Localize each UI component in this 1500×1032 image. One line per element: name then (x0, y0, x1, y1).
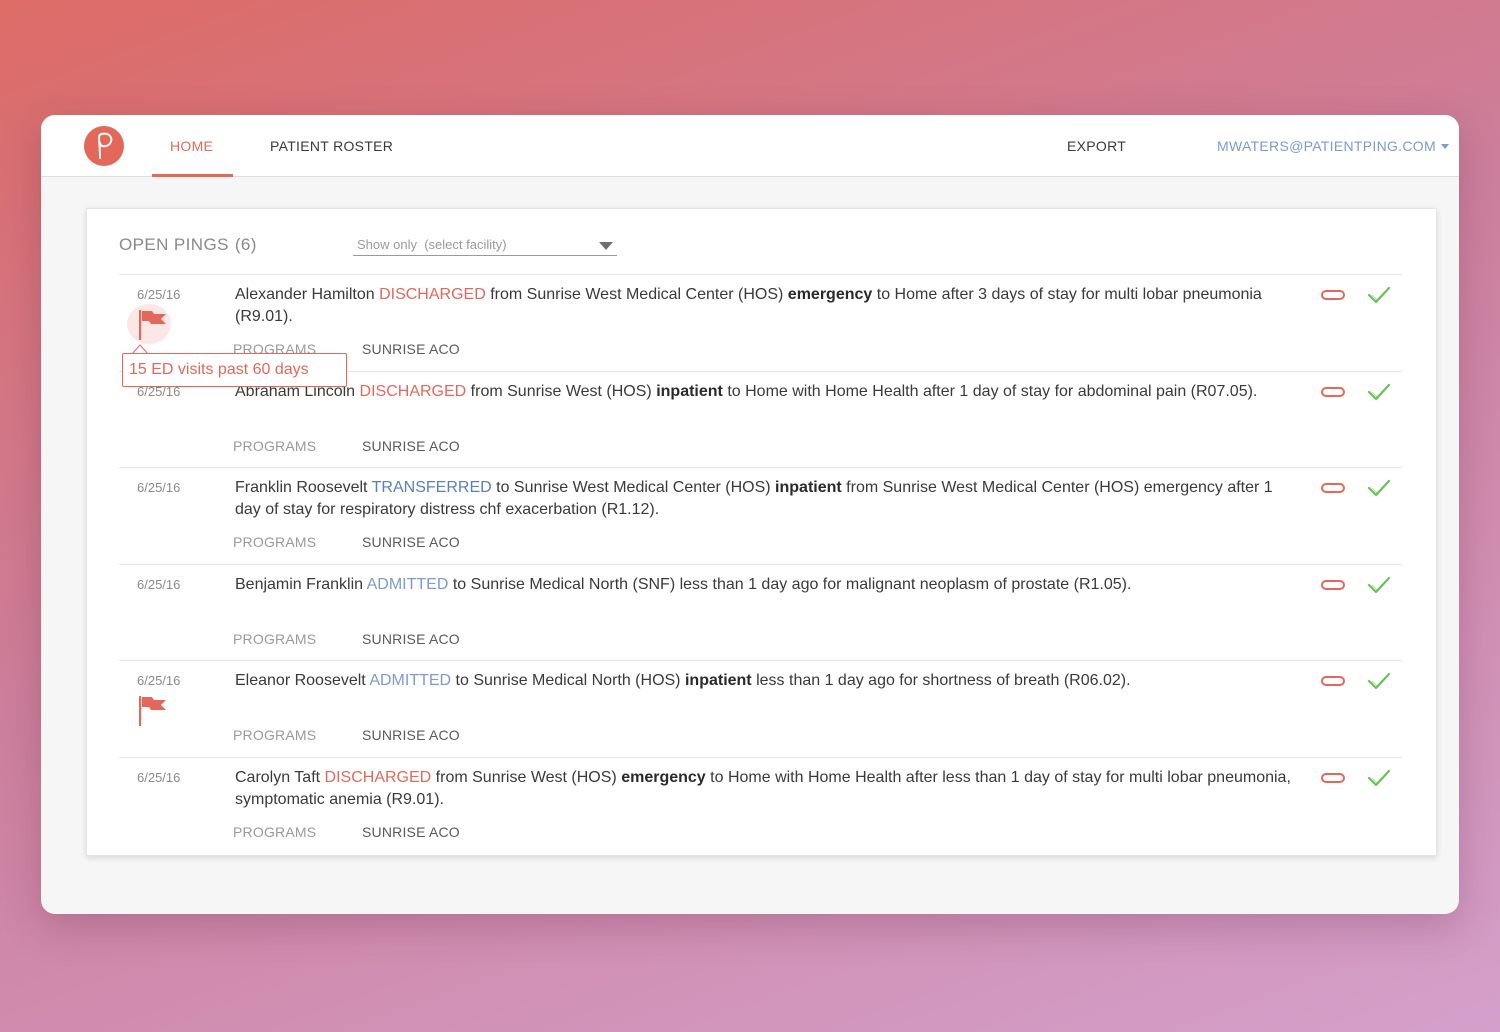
flag-icon[interactable] (138, 694, 168, 726)
ping-description: Benjamin Franklin ADMITTED to Sunrise Me… (235, 574, 1295, 596)
caret-down-icon (1440, 144, 1449, 149)
visit-type: emergency (621, 768, 706, 786)
ping-date: 6/25/16 (137, 769, 181, 785)
visit-type: emergency (787, 286, 873, 303)
dismiss-icon[interactable] (1321, 386, 1345, 397)
check-icon[interactable] (1367, 575, 1391, 595)
ping-facility: from Sunrise West (HOS) (470, 382, 652, 400)
ping-status: TRANSFERRED (371, 479, 492, 496)
dismiss-icon[interactable] (1321, 290, 1345, 300)
logo-p-glyph: p (96, 132, 113, 159)
programs-label: PROGRAMS (233, 437, 317, 454)
ping-date: 6/25/16 (137, 480, 181, 495)
ed-visits-tooltip: 15 ED visits past 60 days (122, 353, 347, 387)
ping-count: (6) (234, 235, 257, 254)
flag-icon-glyph (139, 310, 166, 340)
ping-date: 6/25/16 (137, 287, 181, 302)
ping-row[interactable]: 6/25/16 Benjamin Franklin ADMITTED to Su… (119, 565, 1402, 661)
check-icon[interactable] (1367, 285, 1391, 305)
program-name: SUNRISE ACO (362, 437, 460, 454)
dismiss-icon[interactable] (1321, 676, 1345, 686)
ping-row[interactable]: 6/25/16 Franklin Roosevelt TRANSFERRED t… (119, 468, 1402, 565)
check-icon[interactable] (1367, 382, 1391, 402)
dismiss-icon[interactable] (1321, 772, 1345, 783)
program-name: SUNRISE ACO (362, 727, 460, 743)
programs-label: PROGRAMS (233, 823, 317, 840)
visit-type: inpatient (775, 479, 842, 496)
ping-details: less than 1 day ago for shortness of bre… (756, 672, 1131, 689)
ping-status: DISCHARGED (359, 382, 467, 400)
panel-title-text: OPEN PINGS (119, 235, 229, 254)
programs-label: PROGRAMS (233, 534, 317, 550)
ping-date: 6/25/16 (137, 673, 181, 688)
patient-name[interactable]: Alexander Hamilton (235, 286, 375, 303)
ping-details: to Home with Home Health after 1 day of … (727, 382, 1258, 400)
nav-home-active-indicator (152, 174, 233, 177)
ping-facility: to Sunrise West Medical Center (HOS) (496, 479, 771, 496)
ping-description: Carolyn Taft DISCHARGED from Sunrise Wes… (235, 767, 1295, 811)
panel-title: OPEN PINGS (6) (119, 235, 257, 255)
dropdown-arrow-icon (599, 242, 613, 250)
app-window: p HOME PATIENT ROSTER EXPORT MWATERS@PAT… (41, 115, 1459, 914)
nav-export[interactable]: EXPORT (1067, 115, 1126, 177)
ping-facility: from Sunrise West Medical Center (HOS) (490, 286, 784, 303)
visit-type: inpatient (684, 672, 752, 689)
user-menu[interactable]: MWATERS@PATIENTPING.COM (1217, 115, 1449, 177)
programs-label: PROGRAMS (233, 630, 317, 647)
ping-description: Eleanor Roosevelt ADMITTED to Sunrise Me… (235, 670, 1295, 692)
program-name: SUNRISE ACO (362, 341, 460, 357)
check-icon[interactable] (1367, 671, 1391, 691)
flag-icon[interactable] (127, 304, 171, 344)
patientping-logo[interactable]: p (84, 126, 124, 166)
dismiss-icon[interactable] (1321, 579, 1345, 590)
user-email: MWATERS@PATIENTPING.COM (1217, 138, 1436, 154)
ping-facility: from Sunrise West (HOS) (435, 768, 617, 786)
ping-row[interactable]: 6/25/16 Eleanor Roosevelt ADMITTED to Su… (119, 661, 1402, 758)
open-pings-panel: OPEN PINGS (6) Show only (select facility… (86, 208, 1437, 856)
ping-description: Alexander Hamilton DISCHARGED from Sunri… (235, 284, 1295, 328)
ping-status: DISCHARGED (324, 768, 432, 786)
program-name: SUNRISE ACO (362, 534, 460, 550)
ping-description: Abraham Lincoln DISCHARGED from Sunrise … (235, 381, 1295, 403)
patient-name[interactable]: Franklin Roosevelt (235, 479, 368, 496)
nav-home[interactable]: HOME (170, 115, 213, 177)
patient-name[interactable]: Eleanor Roosevelt (235, 672, 366, 689)
ping-date: 6/25/16 (137, 576, 181, 592)
check-icon[interactable] (1367, 478, 1391, 498)
nav-patient-roster[interactable]: PATIENT ROSTER (270, 115, 393, 177)
facility-filter-select[interactable]: Show only (select facility) (353, 233, 617, 256)
visit-type: inpatient (656, 382, 723, 400)
patient-name[interactable]: Benjamin Franklin (235, 576, 363, 593)
program-name: SUNRISE ACO (362, 823, 460, 840)
ping-status: ADMITTED (369, 672, 452, 689)
ping-status: ADMITTED (366, 575, 449, 593)
dismiss-icon[interactable] (1321, 483, 1345, 493)
flag-icon-glyph (139, 696, 166, 726)
patient-name[interactable]: Carolyn Taft (235, 769, 320, 786)
ping-description: Franklin Roosevelt TRANSFERRED to Sunris… (235, 477, 1295, 521)
ping-facility: to Sunrise Medical North (HOS) (455, 672, 681, 689)
ping-status: DISCHARGED (379, 286, 486, 303)
programs-label: PROGRAMS (233, 727, 317, 743)
check-icon[interactable] (1367, 768, 1391, 788)
ping-facility: to Sunrise Medical North (SNF) less than… (452, 575, 1132, 593)
program-name: SUNRISE ACO (362, 630, 460, 647)
top-navigation: p HOME PATIENT ROSTER EXPORT MWATERS@PAT… (41, 115, 1459, 177)
ping-row[interactable]: 6/25/16 Carolyn Taft DISCHARGED from Sun… (119, 758, 1402, 855)
facility-filter-placeholder: Show only (select facility) (357, 237, 507, 252)
svg-text:p: p (96, 150, 98, 152)
